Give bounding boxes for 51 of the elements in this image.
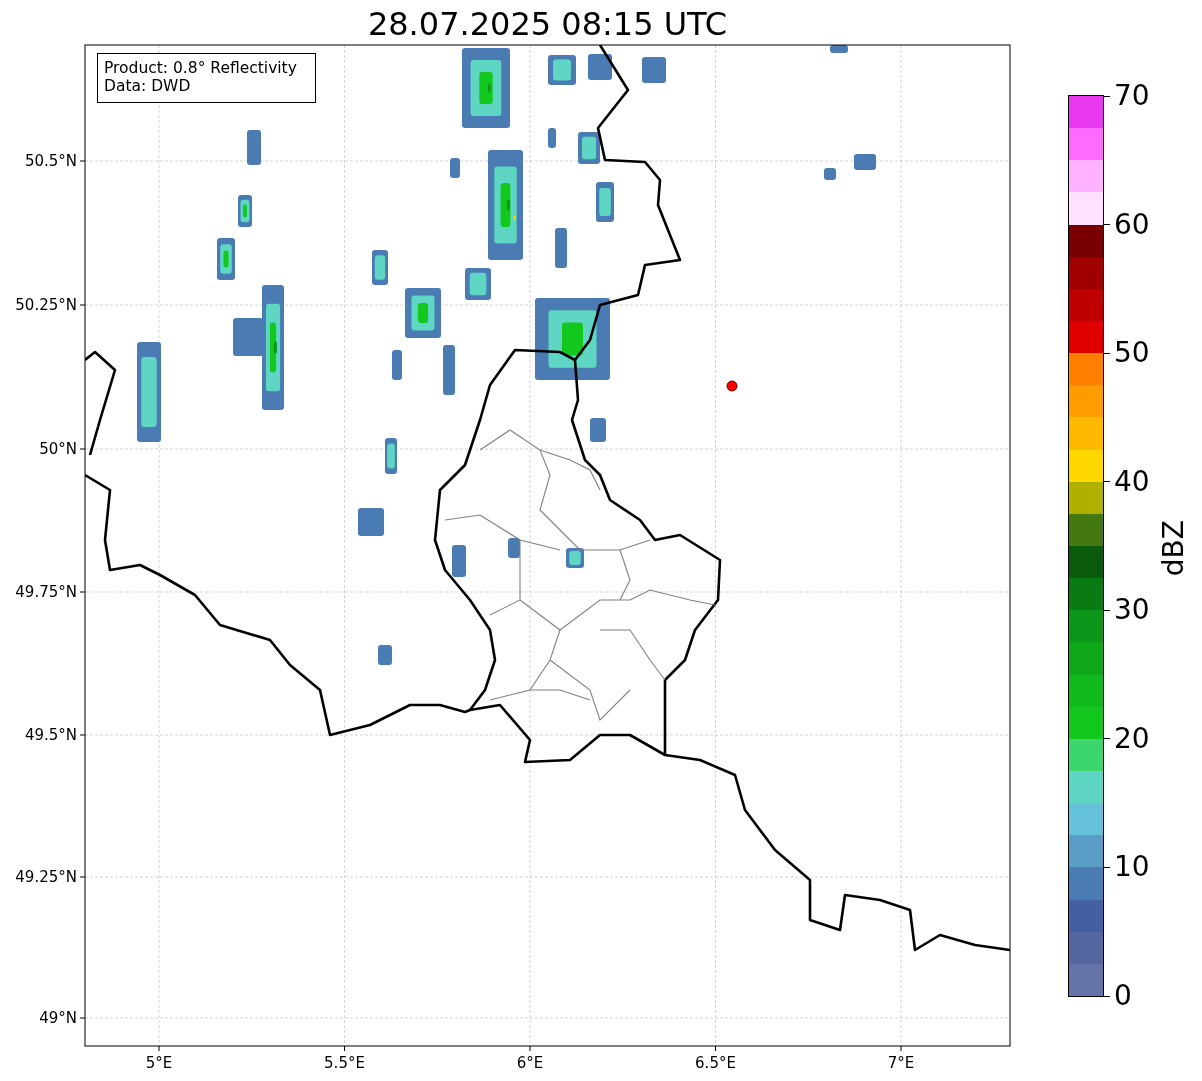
radar-echo (854, 154, 876, 170)
radar-echo (405, 288, 441, 338)
radar-echo (824, 168, 836, 180)
y-tick-label: 49.5°N (24, 726, 77, 744)
y-tick-label: 49.25°N (15, 868, 77, 886)
colorbar-tick-label: 70 (1114, 82, 1150, 110)
radar-echo (372, 250, 388, 285)
radar-echo (548, 55, 576, 85)
colorbar-tick-label: 50 (1114, 339, 1150, 368)
x-tick-label: 6.5°E (695, 1054, 736, 1072)
radar-echo (385, 438, 397, 474)
radar-echo (555, 228, 567, 268)
y-tick-label: 50.5°N (24, 152, 77, 170)
colorbar-tick-label: 0 (1114, 982, 1132, 1010)
radar-echo (247, 130, 261, 165)
radar-echo (566, 548, 584, 568)
y-tick-label: 50°N (39, 440, 77, 458)
radar-echo (548, 128, 556, 148)
radar-echo (358, 508, 384, 536)
radar-echo (596, 182, 614, 222)
radar-echo (588, 54, 612, 80)
colorbar-tick-label: 20 (1114, 724, 1150, 753)
radar-echo (450, 158, 460, 178)
radar-echo (452, 545, 466, 577)
radar-echo (443, 345, 455, 395)
radar-echo (590, 418, 606, 442)
radar-echo (217, 238, 235, 280)
radar-echo (830, 45, 848, 53)
colorbar-tick-label: 60 (1114, 210, 1150, 239)
radar-echo (465, 268, 491, 300)
colorbar-label: dBZ (1160, 520, 1188, 577)
info-text: Product: 0.8° Reflectivity (104, 59, 297, 77)
info-text: Data: DWD (104, 77, 191, 95)
radar-echo (578, 132, 600, 164)
y-tick-label: 50.25°N (15, 296, 77, 314)
location-dot (726, 380, 738, 392)
radar-echo (378, 645, 392, 665)
x-tick-label: 5.5°E (324, 1054, 365, 1072)
y-tick-label: 49.75°N (15, 583, 77, 601)
colorbar-tick-label: 30 (1114, 596, 1150, 625)
x-tick-label: 7°E (887, 1054, 915, 1072)
radar-echo (508, 538, 520, 558)
x-tick-label: 6°E (516, 1054, 544, 1072)
y-tick-label: 49°N (39, 1009, 77, 1027)
figure-title: 28.07.2025 08:15 UTC (367, 5, 728, 43)
colorbar-tick-label: 40 (1114, 467, 1150, 496)
radar-echo (642, 57, 666, 83)
x-tick-label: 5°E (145, 1054, 173, 1072)
colorbar-tick-label: 10 (1114, 853, 1150, 882)
radar-echo (392, 350, 402, 380)
radar-echo (238, 195, 252, 227)
